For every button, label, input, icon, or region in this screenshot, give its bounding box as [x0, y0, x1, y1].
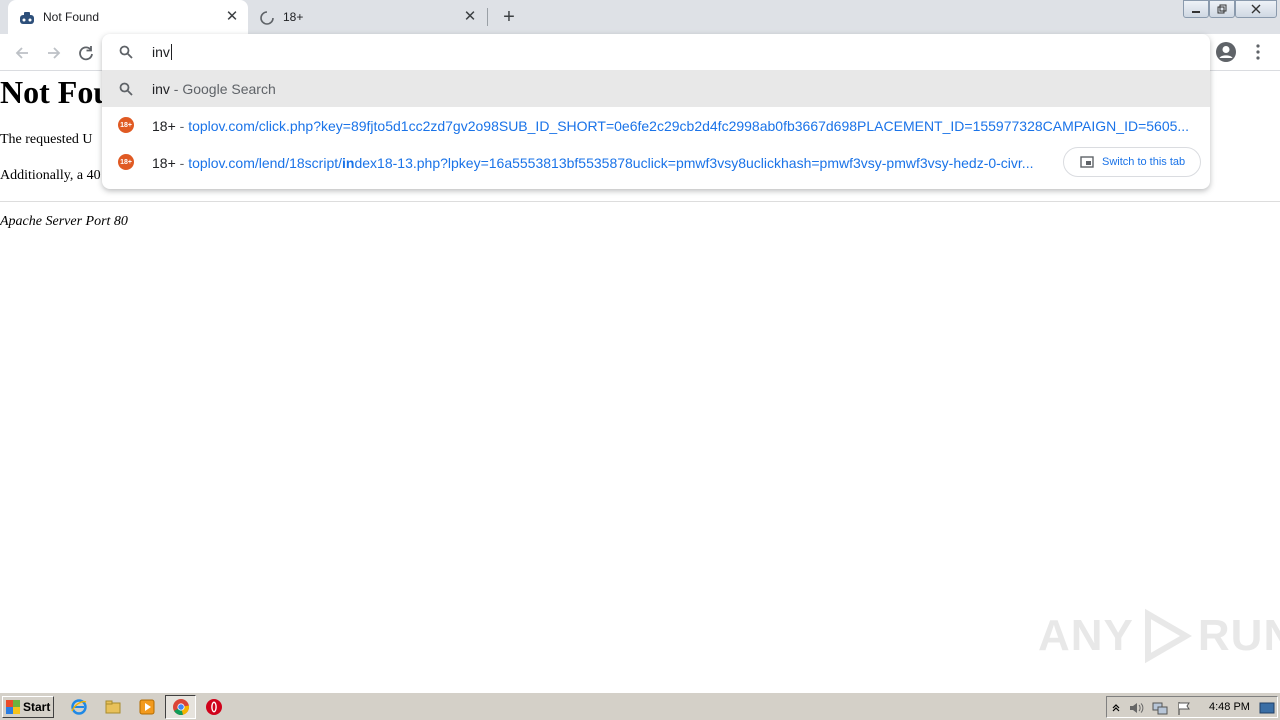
suggestion-text: inv - Google Search	[152, 81, 276, 97]
server-signature: Apache Server Port 80	[0, 214, 128, 229]
action-center-flag-icon[interactable]	[1176, 700, 1192, 716]
close-icon	[1251, 4, 1261, 14]
more-vert-icon	[1256, 44, 1260, 60]
tab-title: Not Found	[43, 10, 100, 24]
suggestion-text: 18+ - toplov.com/click.php?key=89fjto5d1…	[152, 118, 1190, 134]
tray-expand-icon[interactable]	[1108, 700, 1124, 716]
restore-button[interactable]	[1209, 0, 1235, 18]
minimize-icon	[1192, 11, 1200, 13]
horizontal-rule	[0, 201, 1280, 202]
arrow-left-icon	[15, 47, 28, 59]
arrow-right-icon	[48, 47, 61, 59]
restore-icon	[1217, 4, 1227, 14]
minimize-button[interactable]	[1183, 0, 1209, 18]
new-tab-button[interactable]: +	[498, 6, 520, 28]
chrome-icon	[172, 698, 190, 716]
account-icon	[1216, 42, 1236, 62]
tab-separator	[487, 8, 488, 26]
text-caret	[170, 44, 172, 60]
switch-to-tab-label: Switch to this tab	[1102, 156, 1186, 168]
window-controls	[1183, 0, 1277, 18]
start-button[interactable]: Start	[2, 696, 54, 718]
media-player-icon[interactable]	[138, 698, 156, 716]
suggestion-google-search[interactable]: inv - Google Search	[102, 70, 1210, 107]
reload-button[interactable]	[74, 41, 98, 65]
body-text-line-2: Additionally, a 40	[0, 168, 101, 183]
network-icon[interactable]	[1152, 700, 1168, 716]
18plus-icon: 18+	[118, 117, 134, 133]
opera-icon[interactable]	[205, 698, 223, 716]
windows-taskbar: Start 4:48 PM	[0, 692, 1280, 720]
back-button[interactable]	[10, 41, 34, 65]
suggestion-open-tab[interactable]: 18+ 18+ - toplov.com/lend/18script/index…	[102, 144, 1210, 181]
system-tray: 4:48 PM	[1106, 696, 1278, 718]
loading-spinner-icon	[259, 10, 275, 26]
profile-button[interactable]	[1214, 40, 1238, 64]
watermark-text-left: ANY	[1038, 611, 1134, 660]
volume-icon[interactable]	[1128, 700, 1144, 716]
internet-explorer-icon[interactable]	[70, 698, 88, 716]
anyrun-watermark: ANY RUN	[1038, 606, 1280, 666]
omnibox-text: inv	[152, 44, 172, 60]
apache-feather-icon	[19, 10, 35, 26]
suggestion-text: 18+ - toplov.com/lend/18script/index18-1…	[152, 155, 1034, 171]
omnibox-input[interactable]: inv	[102, 34, 1210, 70]
play-logo-icon	[1144, 608, 1192, 664]
page-title: Not Fou	[0, 74, 112, 110]
start-label: Start	[23, 700, 51, 714]
close-tab-icon[interactable]: ✕	[224, 9, 240, 25]
close-window-button[interactable]	[1235, 0, 1277, 18]
switch-to-tab-button[interactable]: Switch to this tab	[1063, 147, 1201, 177]
body-text-line-1: The requested U	[0, 132, 93, 147]
watermark-text-right: RUN	[1197, 611, 1280, 660]
reload-icon	[79, 46, 93, 61]
tab-strip: Not Found ✕ 18+ ✕ +	[0, 0, 1280, 34]
tab-not-found[interactable]: Not Found ✕	[8, 0, 248, 34]
switch-tab-icon	[1080, 156, 1094, 168]
windows-logo-icon	[6, 700, 20, 714]
system-clock[interactable]: 4:48 PM	[1209, 701, 1250, 713]
search-icon	[118, 81, 134, 97]
file-explorer-icon[interactable]	[104, 698, 122, 716]
search-icon	[118, 44, 134, 60]
forward-button[interactable]	[42, 41, 66, 65]
omnibox-dropdown: inv inv - Google Search 18+ 18+ - toplov…	[102, 34, 1210, 189]
menu-button[interactable]	[1248, 40, 1268, 64]
tab-18plus[interactable]: 18+ ✕	[248, 0, 488, 34]
close-tab-icon[interactable]: ✕	[462, 9, 478, 25]
18plus-icon: 18+	[118, 154, 134, 170]
show-desktop-icon[interactable]	[1259, 700, 1275, 716]
tab-title: 18+	[283, 10, 304, 24]
suggestion-history-1[interactable]: 18+ 18+ - toplov.com/click.php?key=89fjt…	[102, 107, 1210, 144]
